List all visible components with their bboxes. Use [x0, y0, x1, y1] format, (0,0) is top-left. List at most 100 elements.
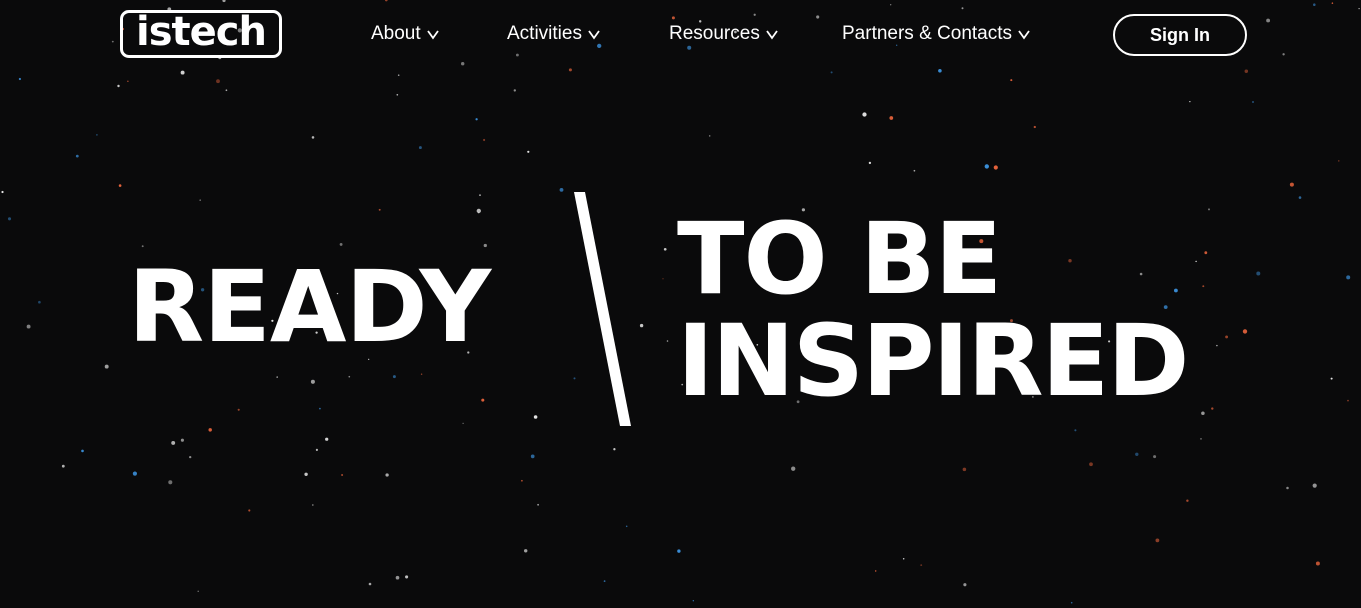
star-dot — [7, 217, 12, 221]
star-dot — [483, 243, 487, 248]
star-dot — [38, 300, 41, 304]
star-dot — [890, 4, 892, 6]
star-dot — [1200, 438, 1202, 440]
star-dot — [1358, 7, 1360, 10]
star-dot — [180, 438, 184, 442]
star-dot — [117, 84, 120, 88]
star-dot — [225, 89, 228, 92]
star-dot — [889, 116, 894, 120]
star-dot — [1298, 196, 1302, 199]
star-dot — [1202, 285, 1205, 288]
star-dot — [418, 146, 422, 150]
star-dot — [189, 455, 192, 459]
star-dot — [521, 479, 523, 482]
star-dot — [311, 504, 314, 506]
star-dot — [830, 71, 833, 74]
star-dot — [1068, 258, 1072, 263]
star-dot — [1155, 538, 1160, 543]
star-dot — [479, 194, 481, 196]
star-dot — [1189, 101, 1191, 103]
star-dot — [420, 373, 423, 375]
istech-logo[interactable]: istech — [120, 10, 282, 58]
star-dot — [341, 473, 344, 477]
star-dot — [1139, 272, 1143, 276]
star-dot — [248, 509, 251, 512]
star-dot — [1338, 160, 1340, 162]
star-dot — [1331, 2, 1334, 4]
star-dot — [1256, 271, 1261, 276]
star-dot — [708, 135, 711, 137]
star-dot — [1347, 399, 1349, 402]
star-dot — [61, 464, 65, 468]
star-dot — [319, 407, 321, 410]
star-dot — [625, 525, 628, 528]
star-dot — [1312, 483, 1317, 488]
star-dot — [874, 570, 877, 572]
star-dot — [663, 247, 667, 251]
star-dot — [568, 68, 572, 72]
chevron-down-icon — [766, 30, 778, 40]
star-dot — [171, 440, 176, 445]
star-dot — [639, 323, 644, 328]
star-dot — [1225, 335, 1229, 339]
hero-to-be-text: TO BE — [677, 202, 1002, 317]
star-dot — [559, 187, 564, 192]
star-dot — [339, 242, 343, 246]
star-dot — [1186, 499, 1189, 502]
star-dot — [483, 138, 486, 142]
star-dot — [111, 40, 114, 43]
star-dot — [1211, 407, 1214, 410]
star-dot — [962, 467, 967, 472]
star-dot — [461, 62, 465, 66]
star-dot — [18, 77, 22, 81]
star-dot — [692, 600, 694, 602]
star-dot — [1089, 462, 1093, 467]
nav-resources-label: Resources — [669, 23, 760, 44]
star-dot — [132, 471, 137, 476]
star-dot — [1289, 182, 1294, 187]
star-dot — [392, 375, 396, 379]
star-dot — [96, 134, 98, 136]
star-dot — [476, 208, 481, 214]
star-dot — [961, 7, 964, 10]
star-dot — [1313, 3, 1316, 6]
star-dot — [1153, 455, 1157, 459]
star-dot — [515, 53, 519, 57]
chevron-down-icon — [426, 30, 439, 40]
nav-partners-contacts[interactable]: Partners & Contacts — [842, 20, 1030, 48]
star-dot — [537, 503, 539, 506]
star-dot — [533, 415, 538, 419]
chevron-down-icon — [1018, 30, 1030, 40]
chevron-down-icon — [588, 30, 600, 40]
star-dot — [1135, 452, 1139, 456]
star-dot — [216, 79, 220, 84]
star-dot — [862, 112, 867, 117]
star-dot — [1010, 79, 1013, 82]
star-dot — [1208, 208, 1210, 211]
star-dot — [902, 558, 905, 560]
star-dot — [1286, 486, 1289, 490]
nav-about[interactable]: About — [371, 20, 439, 48]
star-dot — [127, 80, 129, 82]
star-dot — [199, 199, 201, 201]
star-dot — [527, 150, 530, 153]
star-dot — [1, 190, 4, 194]
star-dot — [1346, 275, 1351, 280]
star-dot — [1244, 69, 1249, 74]
star-dot — [208, 428, 212, 432]
star-dot — [868, 161, 872, 165]
star-dot — [378, 208, 381, 211]
nav-about-label: About — [371, 23, 421, 44]
star-dot — [180, 70, 185, 75]
star-dot — [75, 154, 79, 158]
star-dot — [671, 16, 675, 20]
star-dot — [603, 580, 606, 582]
star-dot — [920, 564, 923, 566]
nav-resources[interactable]: Resources — [669, 20, 778, 48]
star-dot — [368, 582, 372, 586]
sign-in-button[interactable]: Sign In — [1113, 14, 1247, 56]
nav-activities[interactable]: Activities — [507, 20, 600, 48]
star-dot — [462, 422, 464, 425]
star-dot — [315, 448, 318, 451]
star-dot — [513, 89, 516, 92]
